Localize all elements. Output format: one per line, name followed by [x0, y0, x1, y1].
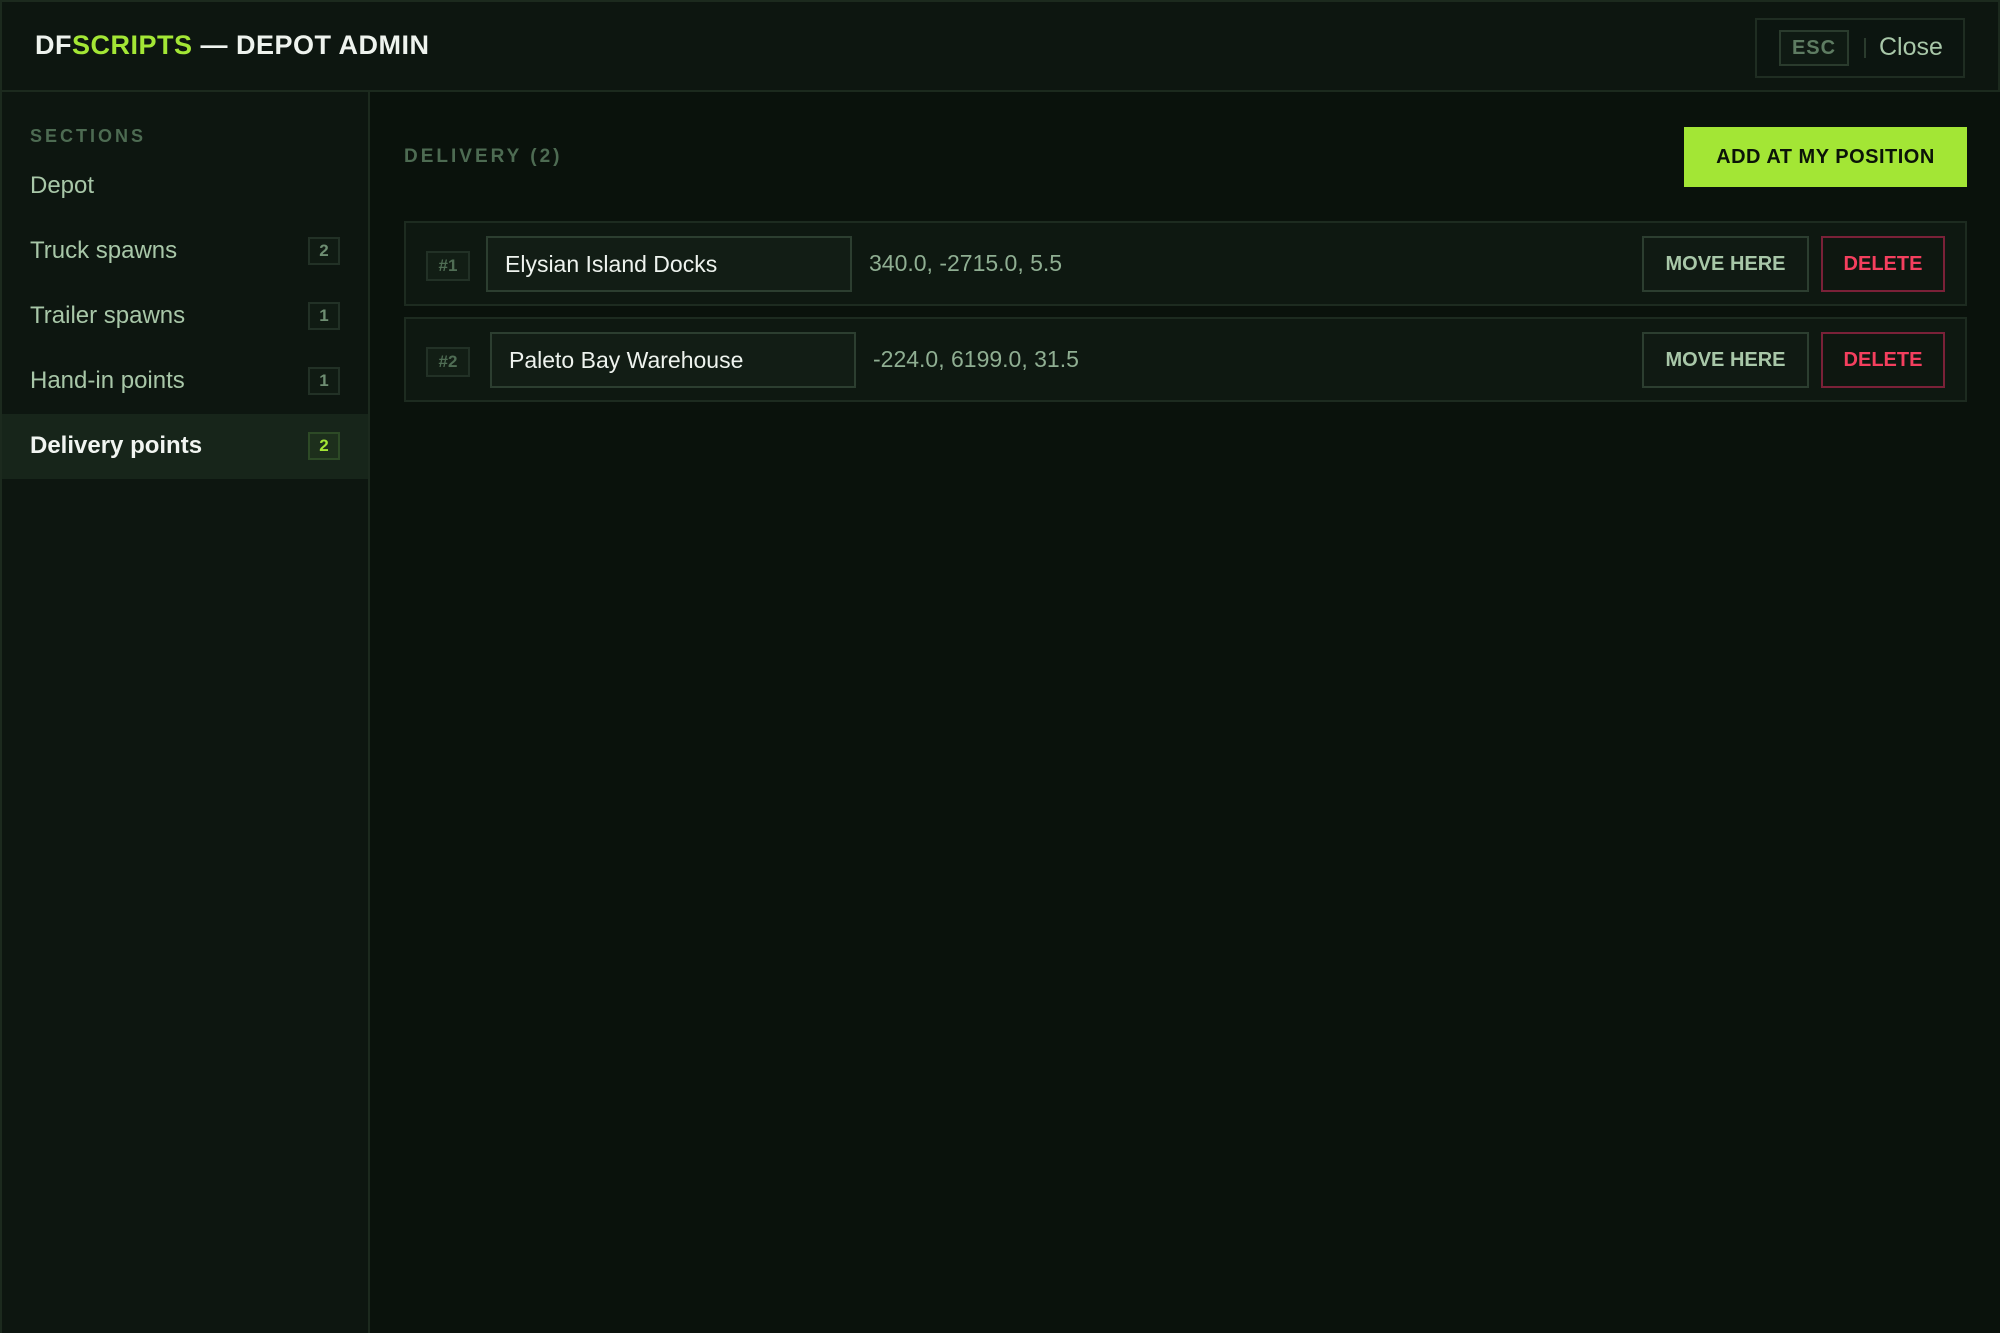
- esc-key-hint: ESC: [1779, 30, 1849, 66]
- header-bar: DFSCRIPTS — DEPOT ADMIN ESC Close: [2, 2, 1998, 92]
- list-item: #1 340.0, -2715.0, 5.5 MOVE HERE DELETE: [404, 221, 1967, 306]
- delete-button[interactable]: DELETE: [1821, 236, 1945, 292]
- count-badge: 2: [308, 237, 340, 265]
- add-at-my-position-button[interactable]: ADD AT MY POSITION: [1684, 127, 1967, 187]
- sidebar-heading: SECTIONS: [30, 126, 147, 146]
- sidebar-item-label: Truck spawns: [30, 237, 178, 264]
- close-button[interactable]: ESC Close: [1755, 18, 1965, 78]
- close-label: Close: [1879, 33, 1943, 61]
- point-name-input[interactable]: [490, 332, 856, 388]
- sidebar-item-trailer-spawns[interactable]: Trailer spawns 1: [2, 284, 368, 349]
- sidebar: SECTIONS Depot Truck spawns 2 Trailer sp…: [2, 92, 370, 1333]
- row-index: #1: [426, 251, 470, 281]
- list-item: #2 -224.0, 6199.0, 31.5 MOVE HERE DELETE: [404, 317, 1967, 402]
- divider: [1864, 38, 1866, 58]
- move-here-button[interactable]: MOVE HERE: [1642, 236, 1809, 292]
- sidebar-item-label: Trailer spawns: [30, 302, 186, 329]
- app-title: DFSCRIPTS — DEPOT ADMIN: [35, 30, 430, 61]
- sidebar-item-delivery-points[interactable]: Delivery points 2: [2, 414, 368, 479]
- sidebar-item-label: Hand-in points: [30, 367, 185, 394]
- point-name-input[interactable]: [486, 236, 852, 292]
- sidebar-item-hand-in-points[interactable]: Hand-in points 1: [2, 349, 368, 414]
- move-here-button[interactable]: MOVE HERE: [1642, 332, 1809, 388]
- main-panel: DELIVERY (2) ADD AT MY POSITION #1 340.0…: [370, 92, 2000, 1333]
- brand-accent: SCRIPTS: [72, 30, 193, 60]
- sidebar-item-label: Depot: [30, 172, 95, 199]
- delete-button[interactable]: DELETE: [1821, 332, 1945, 388]
- coordinates: -224.0, 6199.0, 31.5: [873, 346, 1079, 372]
- count-badge: 1: [308, 367, 340, 395]
- sidebar-item-depot[interactable]: Depot: [2, 154, 368, 219]
- coordinates: 340.0, -2715.0, 5.5: [869, 250, 1063, 276]
- depot-admin-window: DFSCRIPTS — DEPOT ADMIN ESC Close SECTIO…: [0, 0, 2000, 1333]
- count-badge: 1: [308, 302, 340, 330]
- brand-suffix: — DEPOT ADMIN: [192, 30, 430, 60]
- brand-prefix: DF: [35, 30, 72, 60]
- row-index: #2: [426, 347, 470, 377]
- sidebar-item-truck-spawns[interactable]: Truck spawns 2: [2, 219, 368, 284]
- section-title: DELIVERY (2): [404, 146, 563, 167]
- count-badge: 2: [308, 432, 340, 460]
- sidebar-item-label: Delivery points: [30, 432, 203, 459]
